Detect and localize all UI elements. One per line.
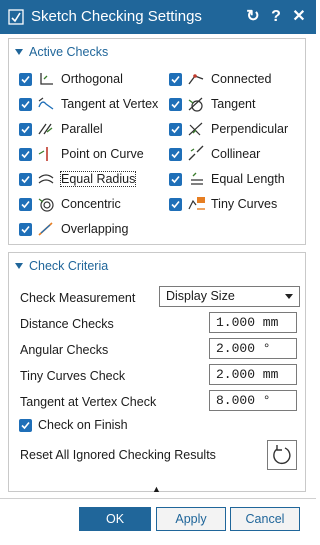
tangent-vertex-check-label: Tangent at Vertex Check [20,395,157,409]
footer-divider [0,498,316,499]
check-label: Connected [211,72,272,86]
check-label: Concentric [61,197,121,211]
checkbox[interactable] [169,172,182,186]
check-equal-length[interactable]: Equal Length [169,170,285,188]
check-measurement-select[interactable]: Display Size [159,286,300,307]
reset-icon [273,445,291,464]
check-measurement-label: Check Measurement [20,291,136,305]
tiny-curves-icon [188,197,205,210]
check-label: Overlapping [61,222,129,236]
connected-icon [188,74,204,85]
distance-checks-input[interactable]: 1.000 mm [209,312,297,333]
check-label: Tiny Curves [211,197,278,211]
chevron-down-icon [285,294,293,299]
checkbox[interactable] [19,222,32,236]
window-title: Sketch Checking Settings [31,8,202,25]
check-orthogonal[interactable]: Orthogonal [19,70,123,88]
equal-radius-icon [38,174,54,184]
point-on-curve-icon [38,147,48,161]
active-checks-heading: Active Checks [29,45,109,59]
checkbox[interactable] [19,147,32,161]
collapse-triangle-icon [15,263,23,269]
reset-icon[interactable]: ↻ [243,6,263,28]
tangent-vertex-icon [38,97,54,110]
equal-length-icon [191,172,203,185]
checkbox[interactable] [169,197,182,211]
check-label: Parallel [61,122,103,136]
cancel-button[interactable]: Cancel [230,507,300,531]
ok-button[interactable]: OK [79,507,151,531]
check-point-on-curve[interactable]: Point on Curve [19,145,144,163]
distance-checks-label: Distance Checks [20,317,114,331]
check-label: Collinear [211,147,261,161]
checkbox[interactable] [169,147,182,161]
tangent-icon [188,97,203,112]
reset-ignored-button[interactable] [267,440,297,470]
check-on-finish[interactable]: Check on Finish [19,418,128,432]
check-equal-radius[interactable]: Equal Radius [19,170,137,188]
check-connected[interactable]: Connected [169,70,271,88]
active-checks-header[interactable]: Active Checks [15,45,108,59]
overlapping-icon [38,222,53,236]
checkbox[interactable] [19,122,32,136]
check-concentric[interactable]: Concentric [19,195,121,213]
check-overlapping[interactable]: Overlapping [19,220,128,238]
check-measurement-value: Display Size [166,289,235,303]
title-bar: Sketch Checking Settings ↻ ? ✕ [0,0,316,34]
tiny-curves-check-input[interactable]: 2.000 mm [209,364,297,385]
check-label: Equal Length [211,172,285,186]
checkbox[interactable] [19,172,32,186]
check-label: Point on Curve [61,147,144,161]
check-criteria-heading: Check Criteria [29,259,109,273]
check-collinear[interactable]: Collinear [169,145,260,163]
tiny-curves-check-label: Tiny Curves Check [20,369,126,383]
checkbox[interactable] [19,72,32,86]
close-icon[interactable]: ✕ [289,6,309,28]
check-criteria-group: Check Criteria Check Measurement Display… [8,252,306,492]
check-label: Tangent at Vertex [61,97,159,111]
checkbox[interactable] [19,197,32,211]
check-parallel[interactable]: Parallel [19,120,103,138]
collapse-triangle-icon [15,49,23,55]
check-on-finish-label: Check on Finish [38,418,128,432]
concentric-icon [38,198,54,212]
check-label: Orthogonal [61,72,123,86]
checkbox[interactable] [19,97,32,111]
collapse-toggle-icon[interactable]: ▲ [152,484,161,494]
check-label: Tangent [211,97,256,111]
check-label: Perpendicular [211,122,289,136]
checkbox[interactable] [19,418,32,432]
check-label: Equal Radius [59,171,137,187]
sketch-check-icon [8,9,24,25]
checkbox[interactable] [169,97,182,111]
check-perpendicular[interactable]: Perpendicular [169,120,288,138]
tangent-vertex-check-input[interactable]: 8.000 ° [209,390,297,411]
checkbox[interactable] [169,122,182,136]
active-checks-group: Active Checks Orthogonal Tangent at Vert… [8,38,306,245]
check-tangent-at-vertex[interactable]: Tangent at Vertex [19,95,158,113]
perpendicular-icon [188,122,203,136]
checkbox[interactable] [169,72,182,86]
angular-checks-label: Angular Checks [20,343,109,357]
collinear-icon [188,145,204,161]
orthogonal-icon [40,73,53,85]
check-criteria-header[interactable]: Check Criteria [15,259,108,273]
check-tiny-curves[interactable]: Tiny Curves [169,195,277,213]
parallel-icon [38,123,53,135]
reset-ignored-label: Reset All Ignored Checking Results [20,448,216,462]
help-icon[interactable]: ? [266,6,286,28]
check-tangent[interactable]: Tangent [169,95,255,113]
apply-button[interactable]: Apply [156,507,226,531]
angular-checks-input[interactable]: 2.000 ° [209,338,297,359]
